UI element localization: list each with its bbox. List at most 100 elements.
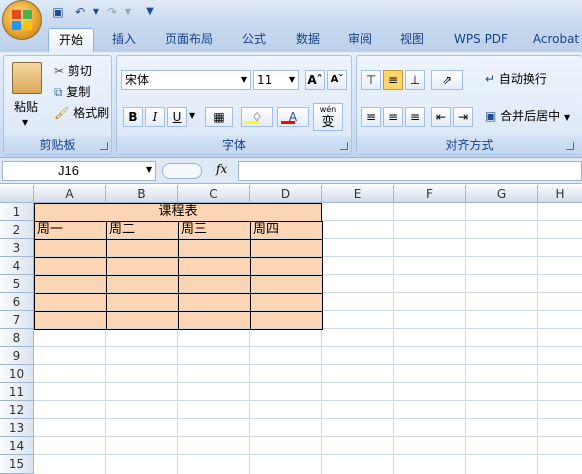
save-icon[interactable]: ▣ [50,4,66,20]
cell-b2[interactable]: 周二 [107,221,177,239]
expand-formula-icon[interactable] [162,163,202,179]
column-header[interactable]: A [34,185,106,203]
cell-c2[interactable]: 周三 [179,221,249,239]
name-box[interactable]: J16 [2,161,156,181]
row-header[interactable]: 8 [0,329,34,347]
column-header[interactable]: D [250,185,322,203]
border-icon[interactable]: ▦ [205,107,233,127]
tab-page-layout[interactable]: 页面布局 [156,28,222,52]
cell-a1-title[interactable]: 课程表 [34,203,322,221]
undo-icon[interactable]: ↶ [72,4,88,20]
select-all-corner[interactable] [0,185,34,203]
clipboard-group-label: 剪贴板 [4,136,111,154]
align-center-icon[interactable]: ≡ [383,107,403,127]
font-group: 宋体 ▼ 11 ▼ Aˆ Aˇ B I U ▼ ▦ ♢ A wén 变 字体 [116,55,352,155]
underline-dropdown-icon[interactable]: ▼ [189,107,195,125]
cut-button[interactable]: ✂ 剪切 [54,62,92,80]
fill-color-icon[interactable]: ♢ [241,107,273,127]
row-header[interactable]: 11 [0,383,34,401]
copy-button[interactable]: ⧉ 复制 [54,83,90,101]
column-header[interactable]: E [322,185,394,203]
align-left-icon[interactable]: ≡ [361,107,381,127]
increase-indent-icon[interactable]: ⇥ [453,107,473,127]
alignment-group-label: 对齐方式 [357,136,582,154]
align-bottom-icon[interactable]: ⊥ [405,70,425,90]
title-bar: ▣ ↶ ▼ ↷ ▼ ▼ [0,0,582,40]
row-header[interactable]: 7 [0,311,34,329]
tab-view[interactable]: 视图 [390,28,434,52]
row-header[interactable]: 4 [0,257,34,275]
ribbon: 粘贴 ▼ ✂ 剪切 ⧉ 复制 🖌 格式刷 剪贴板 宋体 ▼ 11 ▼ Aˆ Aˇ B… [0,52,582,158]
decrease-indent-icon[interactable]: ⇤ [431,107,451,127]
font-size-select[interactable]: 11 ▼ [253,70,299,90]
row-header[interactable]: 14 [0,437,34,455]
font-color-icon[interactable]: A [277,107,309,127]
phonetic-char: 变 [321,115,335,130]
tab-formulas[interactable]: 公式 [232,28,276,52]
chevron-down-icon: ▼ [240,75,247,84]
row-header[interactable]: 6 [0,293,34,311]
align-top-icon[interactable]: ⊤ [361,70,381,90]
tab-review[interactable]: 审阅 [338,28,382,52]
grow-font-icon[interactable]: Aˆ [305,70,325,90]
row-header[interactable]: 5 [0,275,34,293]
tab-home[interactable]: 开始 [48,28,94,52]
redo-dropdown-icon[interactable]: ▼ [120,4,136,20]
tab-acrobat[interactable]: Acrobat [528,28,582,52]
align-right-icon[interactable]: ≡ [405,107,425,127]
font-launcher-icon[interactable] [340,142,348,150]
row-header[interactable]: 15 [0,455,34,474]
row-header[interactable]: 9 [0,347,34,365]
merge-center-icon: ▣ [485,109,497,123]
paste-dropdown-icon[interactable]: ▼ [22,114,28,132]
font-size-value: 11 [257,73,273,87]
customize-icon[interactable]: ▼ [142,4,158,20]
undo-dropdown-icon[interactable]: ▼ [88,4,104,20]
merge-center-button[interactable]: ▣ 合并后居中 ▼ [485,107,570,127]
copy-label: 复制 [66,85,91,99]
format-painter-button[interactable]: 🖌 格式刷 [54,104,109,122]
row-header[interactable]: 1 [0,203,34,221]
wrap-text-button[interactable]: ↵ 自动换行 [485,70,547,88]
chevron-down-icon: ▼ [564,113,571,122]
row-header[interactable]: 2 [0,221,34,239]
column-header[interactable]: B [106,185,178,203]
row-header[interactable]: 10 [0,365,34,383]
row-header[interactable]: 3 [0,239,34,257]
row-header[interactable]: 12 [0,401,34,419]
insert-function-icon[interactable]: fx [216,162,227,176]
spreadsheet-grid[interactable]: A B C D E F G H 课程表 周一 周二 周三 周四 1 2 3 4 … [0,185,582,474]
bold-button[interactable]: B [123,107,143,127]
clipboard-launcher-icon[interactable] [100,142,108,150]
italic-button[interactable]: I [145,107,165,127]
office-logo-icon [12,10,32,30]
alignment-group: ⊤ ≡ ⊥ ⇗ ↵ 自动换行 ≡ ≡ ≡ ⇤ ⇥ ▣ 合并后居中 ▼ 对齐方式 [356,55,582,155]
tab-data[interactable]: 数据 [286,28,330,52]
row-header[interactable]: 13 [0,419,34,437]
ribbon-tabs: 开始 插入 页面布局 公式 数据 审阅 视图 WPS PDF Acrobat [0,26,582,52]
column-header[interactable]: C [178,185,250,203]
column-header[interactable]: F [394,185,466,203]
column-header[interactable]: H [538,185,582,203]
tab-wps-pdf[interactable]: WPS PDF [446,28,516,52]
phonetic-icon[interactable]: wén 变 [313,103,343,131]
formula-input[interactable] [238,161,582,181]
orientation-icon[interactable]: ⇗ [431,70,463,90]
cell-d2[interactable]: 周四 [251,221,321,239]
column-header[interactable]: G [466,185,538,203]
alignment-launcher-icon[interactable] [566,142,574,150]
chevron-down-icon[interactable]: ▼ [146,165,152,174]
office-button[interactable] [2,0,42,40]
underline-button[interactable]: U [167,107,187,127]
brush-icon: 🖌 [54,106,70,120]
formula-bar: J16 ▼ fx [0,158,582,184]
redo-icon[interactable]: ↷ [104,4,120,20]
tab-insert[interactable]: 插入 [102,28,146,52]
paste-icon[interactable] [12,62,42,94]
font-name-select[interactable]: 宋体 ▼ [121,70,251,90]
cell-a2[interactable]: 周一 [35,221,105,239]
clipboard-group: 粘贴 ▼ ✂ 剪切 ⧉ 复制 🖌 格式刷 剪贴板 [3,55,112,155]
shrink-font-icon[interactable]: Aˇ [327,70,347,90]
scissors-icon: ✂ [54,64,65,78]
align-middle-icon[interactable]: ≡ [383,70,403,90]
